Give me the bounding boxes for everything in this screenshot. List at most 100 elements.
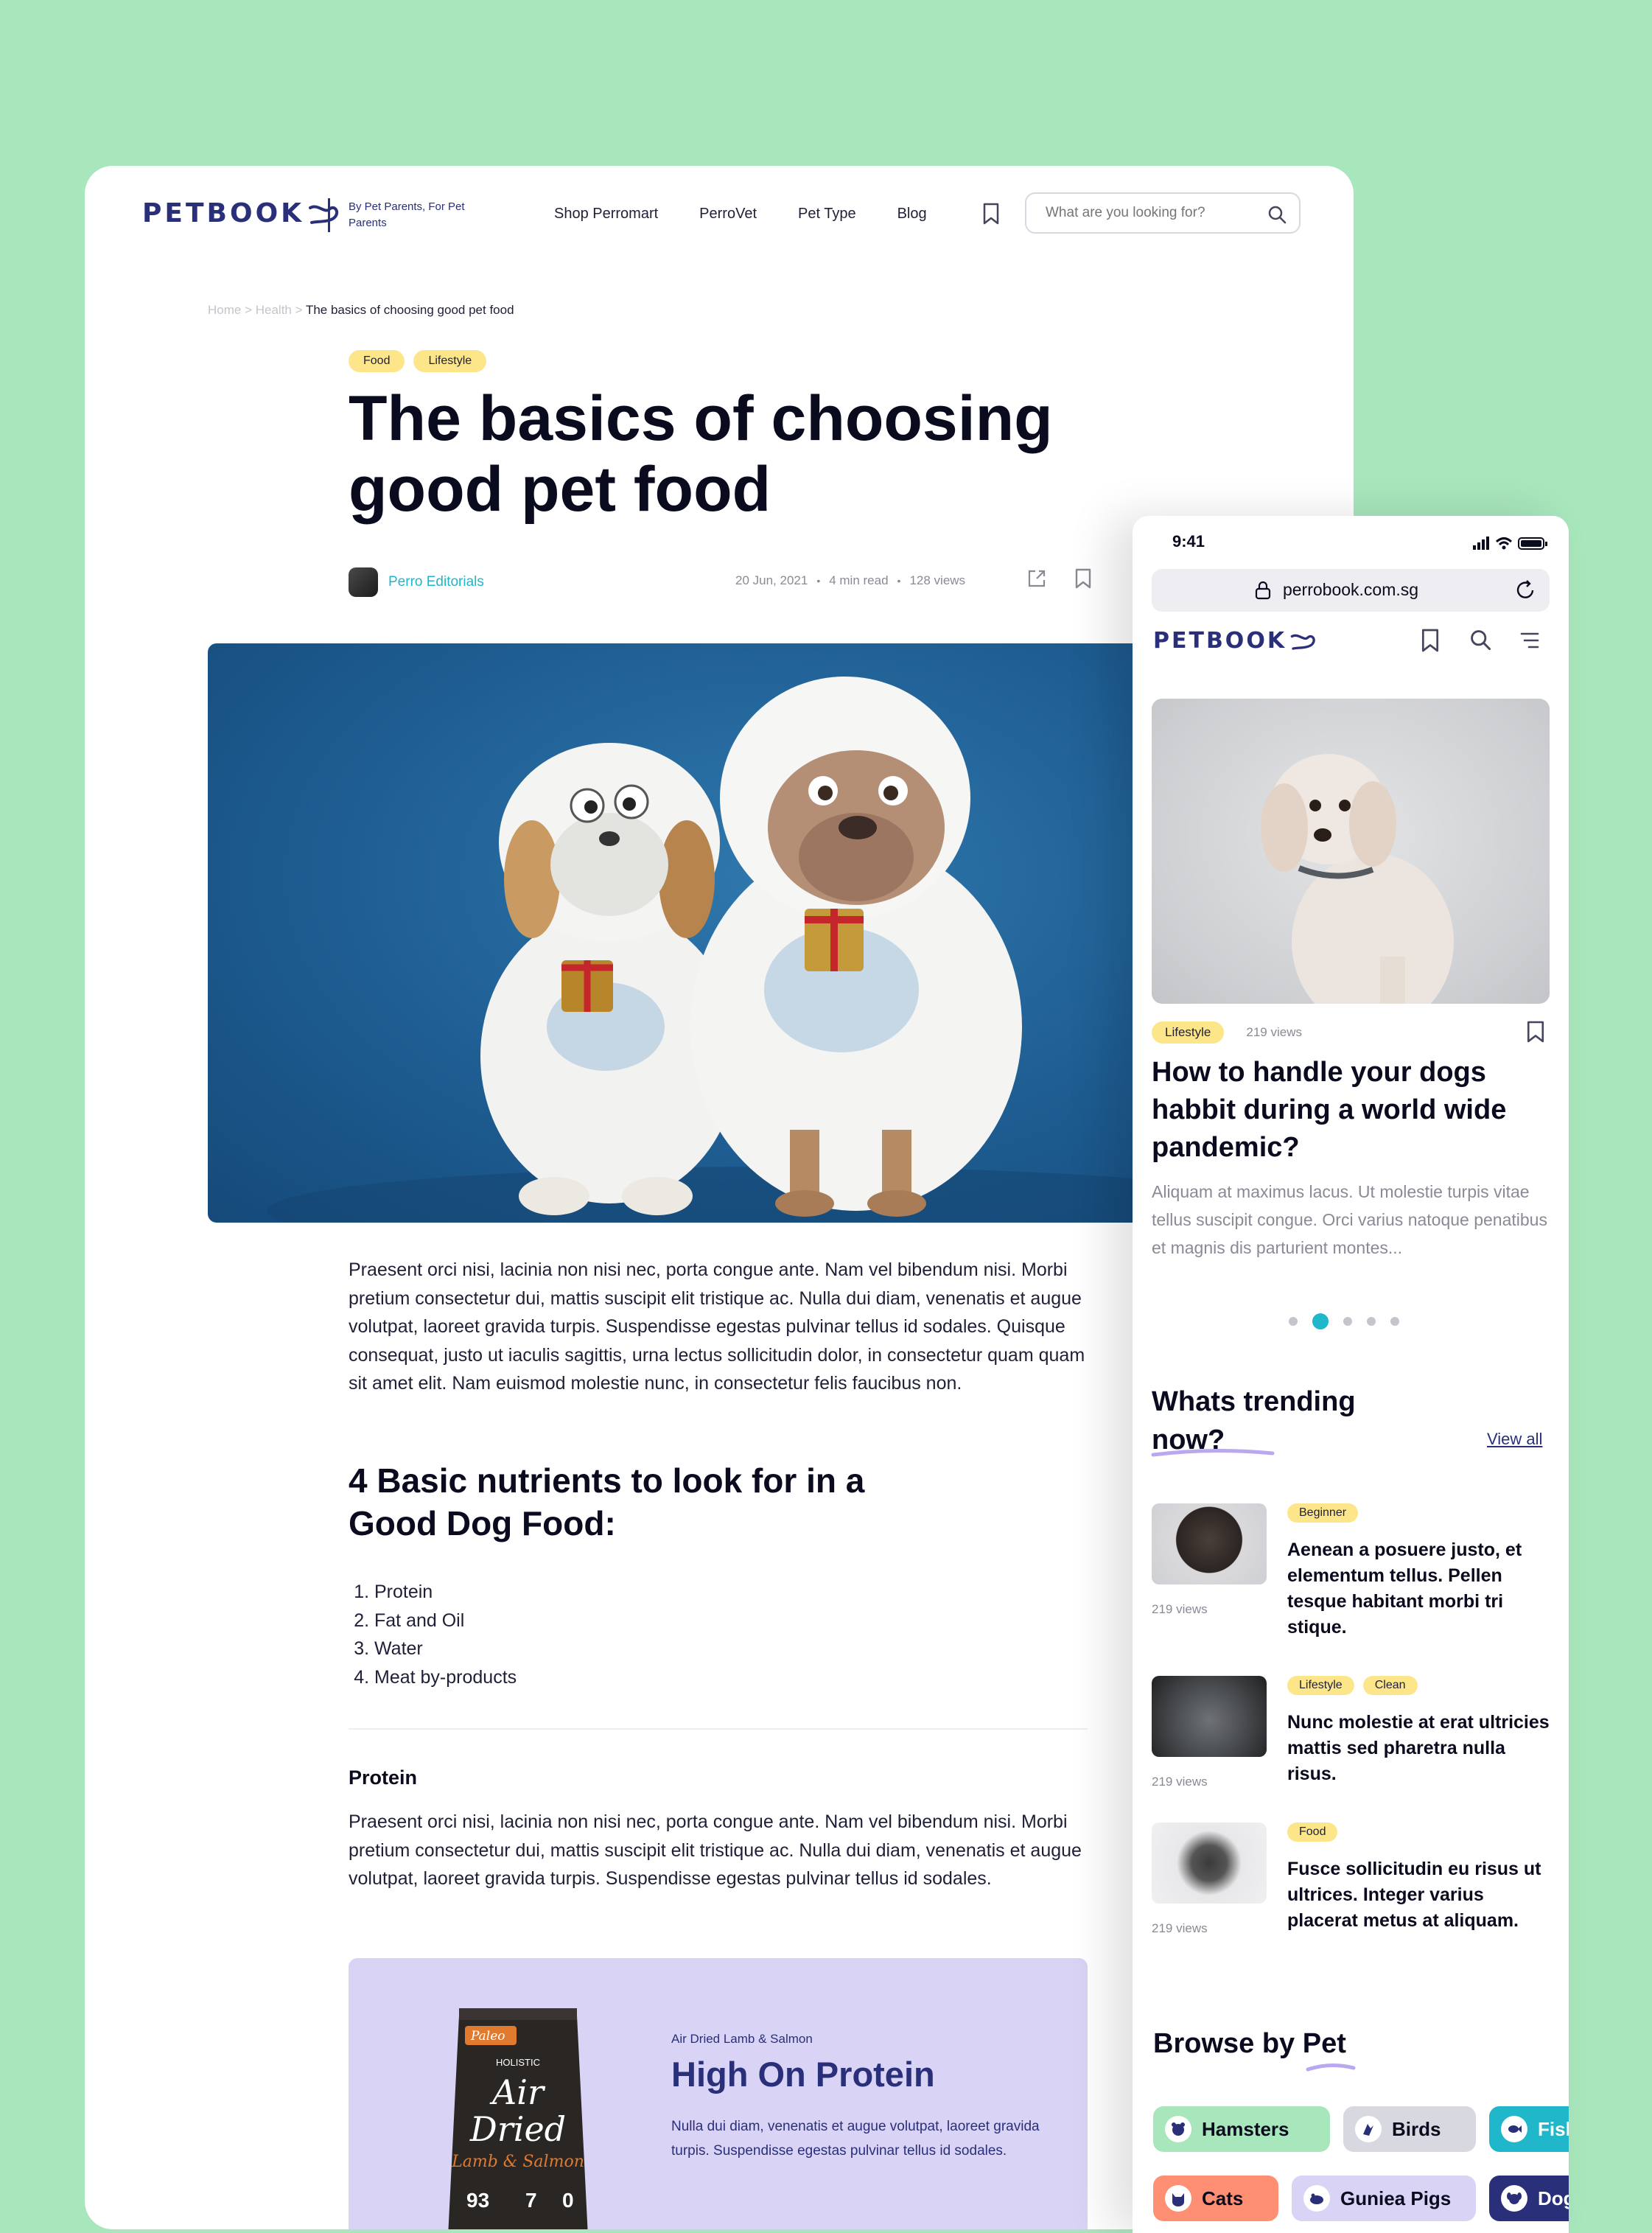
carousel-dot-active[interactable]	[1312, 1313, 1329, 1329]
pet-chip-hamsters[interactable]: Hamsters	[1153, 2106, 1330, 2152]
carousel-dot[interactable]	[1343, 1317, 1352, 1326]
article-paragraph-2: Praesent orci nisi, lacinia non nisi nec…	[349, 1811, 1082, 1889]
trending-views: 219 views	[1152, 1602, 1208, 1616]
bird-icon	[1355, 2116, 1382, 2142]
search-input[interactable]	[1044, 204, 1261, 222]
pet-chip-fish[interactable]: Fish	[1489, 2106, 1569, 2152]
article-date: 20 Jun, 2021	[735, 573, 808, 587]
bag-line: HOLISTIC	[496, 2057, 540, 2068]
list-item: Fat and Oil	[374, 1607, 517, 1635]
dog-icon	[1501, 2185, 1527, 2212]
meta-separator: •	[816, 575, 821, 587]
mobile-page: 9:41 perrobook.com.sg PETBOOK Lifestyle …	[1133, 516, 1569, 2233]
pet-chip-label: Birds	[1392, 2117, 1441, 2140]
nav-pet-type[interactable]: Pet Type	[798, 206, 856, 223]
bag-brand: Paleo	[470, 2029, 505, 2044]
article-read-time: 4 min read	[829, 573, 889, 587]
browse-by-pet-title: Browse by Pet	[1153, 2028, 1346, 2059]
trending-thumb-cat	[1152, 1676, 1267, 1757]
tag-clean[interactable]: Clean	[1362, 1676, 1418, 1695]
carousel-dot[interactable]	[1367, 1317, 1376, 1326]
trending-thumb-pug	[1152, 1503, 1267, 1584]
trending-tags: Lifestyle Clean	[1287, 1676, 1418, 1695]
featured-excerpt: Aliquam at maximus lacus. Ut molestie tu…	[1152, 1182, 1547, 1257]
nutrients-list: Protein Fat and Oil Water Meat by-produc…	[349, 1578, 517, 1691]
bag-flavor: Lamb & Salmon	[451, 2153, 584, 2171]
bookmark-icon[interactable]	[1526, 1020, 1545, 1044]
bookmark-icon[interactable]	[1420, 628, 1441, 653]
url-text: perrobook.com.sg	[1282, 580, 1419, 599]
nav-blog[interactable]: Blog	[897, 206, 927, 223]
trending-tags: Food	[1287, 1823, 1338, 1842]
tag-food[interactable]: Food	[1287, 1823, 1338, 1842]
breadcrumb-health[interactable]: Health	[256, 303, 292, 317]
featured-meta: Lifestyle 219 views	[1152, 1021, 1302, 1044]
guinea-pig-icon	[1303, 2185, 1330, 2212]
pet-chip-birds[interactable]: Birds	[1343, 2106, 1476, 2152]
carousel-dots	[1289, 1313, 1399, 1329]
mobile-site-logo[interactable]: PETBOOK	[1153, 628, 1317, 654]
trending-underline-decoration	[1151, 1448, 1275, 1457]
pet-chip-dogs[interactable]: Dogs	[1489, 2176, 1569, 2221]
nutrients-heading: 4 Basic nutrients to look for in a Good …	[349, 1461, 865, 1542]
tag-lifestyle[interactable]: Lifestyle	[413, 350, 487, 372]
product-promo-card[interactable]: Paleo HOLISTIC Air Dried Lamb & Salmon 9…	[349, 1958, 1088, 2229]
wifi-icon	[1495, 537, 1513, 550]
logo-divider	[328, 198, 330, 232]
breadcrumb: Home > Health > The basics of choosing g…	[208, 303, 514, 317]
site-logo[interactable]: PETBOOK	[142, 198, 341, 228]
pet-chip-cats[interactable]: Cats	[1153, 2176, 1278, 2221]
search-box[interactable]	[1025, 192, 1301, 234]
poodle-illustration	[1261, 754, 1454, 1004]
pet-chip-label: Cats	[1202, 2187, 1244, 2209]
reload-icon[interactable]	[1514, 579, 1536, 601]
trending-title-text[interactable]: Fusce sollicitudin eu risus ut ultrices.…	[1287, 1856, 1553, 1934]
tag-lifestyle[interactable]: Lifestyle	[1287, 1676, 1354, 1695]
trending-title-text[interactable]: Nunc molestie at erat ultricies mattis s…	[1287, 1710, 1553, 1787]
share-icon[interactable]	[1026, 568, 1047, 589]
tag-food[interactable]: Food	[349, 350, 405, 372]
list-item: Water	[374, 1635, 517, 1663]
browse-underline-decoration	[1306, 2063, 1356, 2072]
bag-name-2: Dried	[469, 2109, 566, 2149]
pet-chip-label: Hamsters	[1202, 2117, 1289, 2140]
carousel-dot[interactable]	[1390, 1317, 1399, 1326]
author-link[interactable]: Perro Editorials	[388, 574, 484, 590]
hamster-icon	[1165, 2116, 1191, 2142]
view-all-link[interactable]: View all	[1487, 1430, 1542, 1449]
status-time: 9:41	[1172, 532, 1205, 551]
tag-beginner[interactable]: Beginner	[1287, 1503, 1359, 1523]
article-meta: 20 Jun, 2021 • 4 min read • 128 views	[735, 573, 965, 588]
pet-chip-label: Dogs	[1538, 2187, 1569, 2209]
bookmark-icon[interactable]	[981, 203, 1001, 225]
cat-icon	[1165, 2185, 1191, 2212]
list-item: Meat by-products	[374, 1663, 517, 1692]
bag-name-1: Air	[489, 2072, 546, 2112]
promo-description: Nulla dui diam, venenatis et augue volut…	[671, 2119, 1040, 2159]
featured-image-poodle[interactable]	[1152, 699, 1550, 1004]
leash-logo-icon	[1290, 634, 1315, 650]
search-icon[interactable]	[1267, 204, 1287, 225]
search-icon[interactable]	[1469, 628, 1492, 651]
promo-kicker: Air Dried Lamb & Salmon	[671, 2032, 813, 2046]
fish-icon	[1501, 2116, 1527, 2142]
article-paragraph-1: Praesent orci nisi, lacinia non nisi nec…	[349, 1259, 1085, 1394]
battery-icon	[1518, 537, 1547, 550]
menu-icon[interactable]	[1519, 631, 1541, 650]
trending-thumb-dog	[1152, 1823, 1267, 1904]
bag-stat-2: 7	[525, 2189, 537, 2212]
featured-title[interactable]: How to handle your dogs habbit during a …	[1152, 1054, 1550, 1167]
main-nav: Shop Perromart PerroVet Pet Type Blog	[554, 206, 927, 223]
carousel-dot[interactable]	[1289, 1317, 1298, 1326]
bookmark-icon[interactable]	[1074, 568, 1092, 589]
article-title: The basics of choosing good pet food	[349, 383, 1053, 525]
author-block: Perro Editorials	[349, 567, 484, 597]
protein-heading: Protein	[349, 1767, 418, 1789]
trending-title-text[interactable]: Aenean a posuere justo, et elementum tel…	[1287, 1537, 1553, 1640]
nav-perrovet[interactable]: PerroVet	[699, 206, 757, 223]
breadcrumb-home[interactable]: Home	[208, 303, 241, 317]
pet-chip-guinea-pigs[interactable]: Guniea Pigs	[1292, 2176, 1476, 2221]
nav-shop-perromart[interactable]: Shop Perromart	[554, 206, 658, 223]
browser-url-bar[interactable]: perrobook.com.sg	[1152, 569, 1550, 612]
tag-lifestyle[interactable]: Lifestyle	[1152, 1021, 1225, 1044]
